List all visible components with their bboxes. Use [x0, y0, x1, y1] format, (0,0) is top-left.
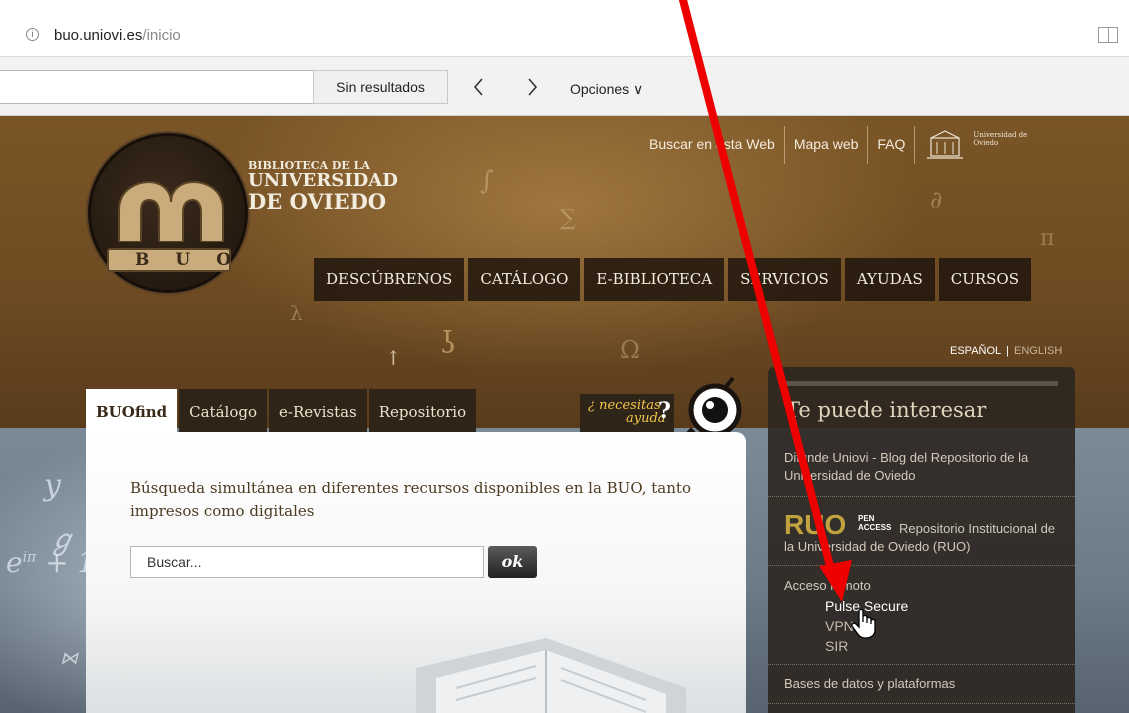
search-input[interactable]: Buscar... [130, 546, 484, 578]
nav-servicios[interactable]: SERVICIOS [728, 258, 841, 301]
find-input[interactable] [0, 70, 314, 104]
find-options-button[interactable]: Opciones ∨ [570, 81, 643, 98]
interest-sidebar: Te puede interesar Difunde Uniovi - Blog… [768, 367, 1075, 713]
magnifier-eye-icon[interactable] [683, 376, 745, 438]
info-circle-icon[interactable]: i [26, 28, 39, 41]
tab-catalogo[interactable]: Catálogo [179, 389, 267, 432]
decor-formula: y [44, 468, 61, 503]
chevron-left-icon [473, 78, 483, 96]
decor-glyph: ʖ [440, 326, 457, 361]
hand-pointer-icon [851, 609, 876, 639]
lang-english[interactable]: ENGLISH [1014, 345, 1062, 357]
decor-glyph: λ [290, 301, 303, 325]
sidebar-divider [768, 703, 1075, 704]
library-page: ∫ ∑ ∂ π ʖ ↑ λ Ω eiπ + 1 y ℊ ⋈ BUO Biblio… [0, 116, 1129, 713]
search-description: Búsqueda simultánea en diferentes recurs… [130, 479, 691, 520]
help-text-line2: ayuda [626, 411, 666, 426]
university-logo[interactable]: Universidad de Oviedo [914, 126, 1027, 164]
buo-logo[interactable]: BUO [88, 133, 248, 293]
lang-separator: | [1006, 345, 1010, 357]
find-results-count: Sin resultados [313, 70, 448, 104]
university-name-line1: Universidad de [973, 130, 1028, 139]
language-switcher: ESPAÑOL | ENGLISH [950, 345, 1062, 357]
nav-ayudas[interactable]: AYUDAS [844, 258, 935, 301]
sidebar-title: Te puede interesar [786, 398, 987, 422]
university-name-line2: Oviedo [973, 139, 999, 147]
url-text[interactable]: buo.uniovi.es/inicio [54, 27, 181, 44]
sidebar-divider [768, 496, 1075, 497]
nav-descubrenos[interactable]: DESCÚBRENOS [314, 258, 465, 301]
decor-glyph: π [1040, 226, 1055, 251]
open-book-image [416, 638, 686, 713]
remote-vpn-link[interactable]: VPN [825, 617, 854, 635]
lang-spanish[interactable]: ESPAÑOL [950, 345, 1001, 357]
help-box[interactable]: ¿ necesitas ayuda ? [580, 394, 674, 436]
address-bar[interactable]: i buo.uniovi.es/inicio [0, 0, 1129, 57]
decor-glyph: ∑ [560, 206, 576, 231]
search-ok-button[interactable]: ok [488, 546, 537, 578]
top-link-faq[interactable]: FAQ [867, 126, 914, 164]
reading-view-icon[interactable] [1098, 27, 1118, 43]
decor-formula: ℊ [48, 523, 77, 556]
decor-formula: ⋈ [60, 648, 78, 669]
library-name[interactable]: Biblioteca de la Universidad de Oviedo [248, 160, 398, 212]
url-path: /inicio [142, 27, 181, 44]
logo-band: BUO [107, 248, 231, 272]
sidebar-divider [768, 565, 1075, 566]
find-on-page-bar: Sin resultados Opciones ∨ [0, 57, 1129, 116]
nav-catalogo[interactable]: CATÁLOGO [468, 258, 581, 301]
top-link-site-map[interactable]: Mapa web [783, 126, 868, 164]
tab-e-revistas[interactable]: e-Revistas [269, 389, 367, 432]
library-name-line2: Universidad [248, 170, 398, 191]
university-crest-icon [927, 130, 964, 159]
remote-sir-link[interactable]: SIR [825, 637, 848, 655]
search-tabs: BUOfind Catálogo e-Revistas Repositorio [86, 389, 477, 432]
sidebar-top-rule [784, 381, 1058, 386]
tab-buofind[interactable]: BUOfind [86, 389, 178, 432]
decor-glyph: ∂ [930, 186, 943, 214]
top-links: Buscar en esta Web Mapa web FAQ Universi… [640, 126, 1027, 164]
url-domain: buo.uniovi.es [54, 27, 143, 44]
find-previous-button[interactable] [467, 73, 491, 101]
decor-glyph: ↑ [385, 346, 402, 370]
university-name: Universidad de Oviedo [973, 131, 1027, 147]
sidebar-link-difunde-uniovi[interactable]: Difunde Uniovi - Blog del Repositorio de… [784, 449, 1068, 485]
chevron-right-icon [528, 78, 538, 96]
library-name-line3: de Oviedo [248, 189, 387, 214]
decor-glyph: Ω [620, 336, 640, 364]
top-link-search-site[interactable]: Buscar en esta Web [640, 126, 784, 164]
sidebar-divider [768, 664, 1075, 665]
search-panel: Búsqueda simultánea en diferentes recurs… [86, 432, 746, 713]
decor-glyph: ∫ [480, 166, 494, 196]
logo-m-glyph [118, 180, 224, 242]
remote-access-heading[interactable]: Acceso remoto [784, 577, 871, 595]
main-nav: DESCÚBRENOS CATÁLOGO E-BIBLIOTECA SERVIC… [314, 258, 1031, 301]
tab-repositorio[interactable]: Repositorio [368, 389, 477, 432]
help-question-mark: ? [658, 398, 671, 424]
nav-cursos[interactable]: CURSOS [938, 258, 1031, 301]
nav-e-biblioteca[interactable]: E-BIBLIOTECA [584, 258, 725, 301]
find-next-button[interactable] [520, 73, 544, 101]
sidebar-link-databases[interactable]: Bases de datos y plataformas [784, 675, 955, 693]
ruo-description: Repositorio Institucional de la Universi… [784, 521, 1056, 554]
